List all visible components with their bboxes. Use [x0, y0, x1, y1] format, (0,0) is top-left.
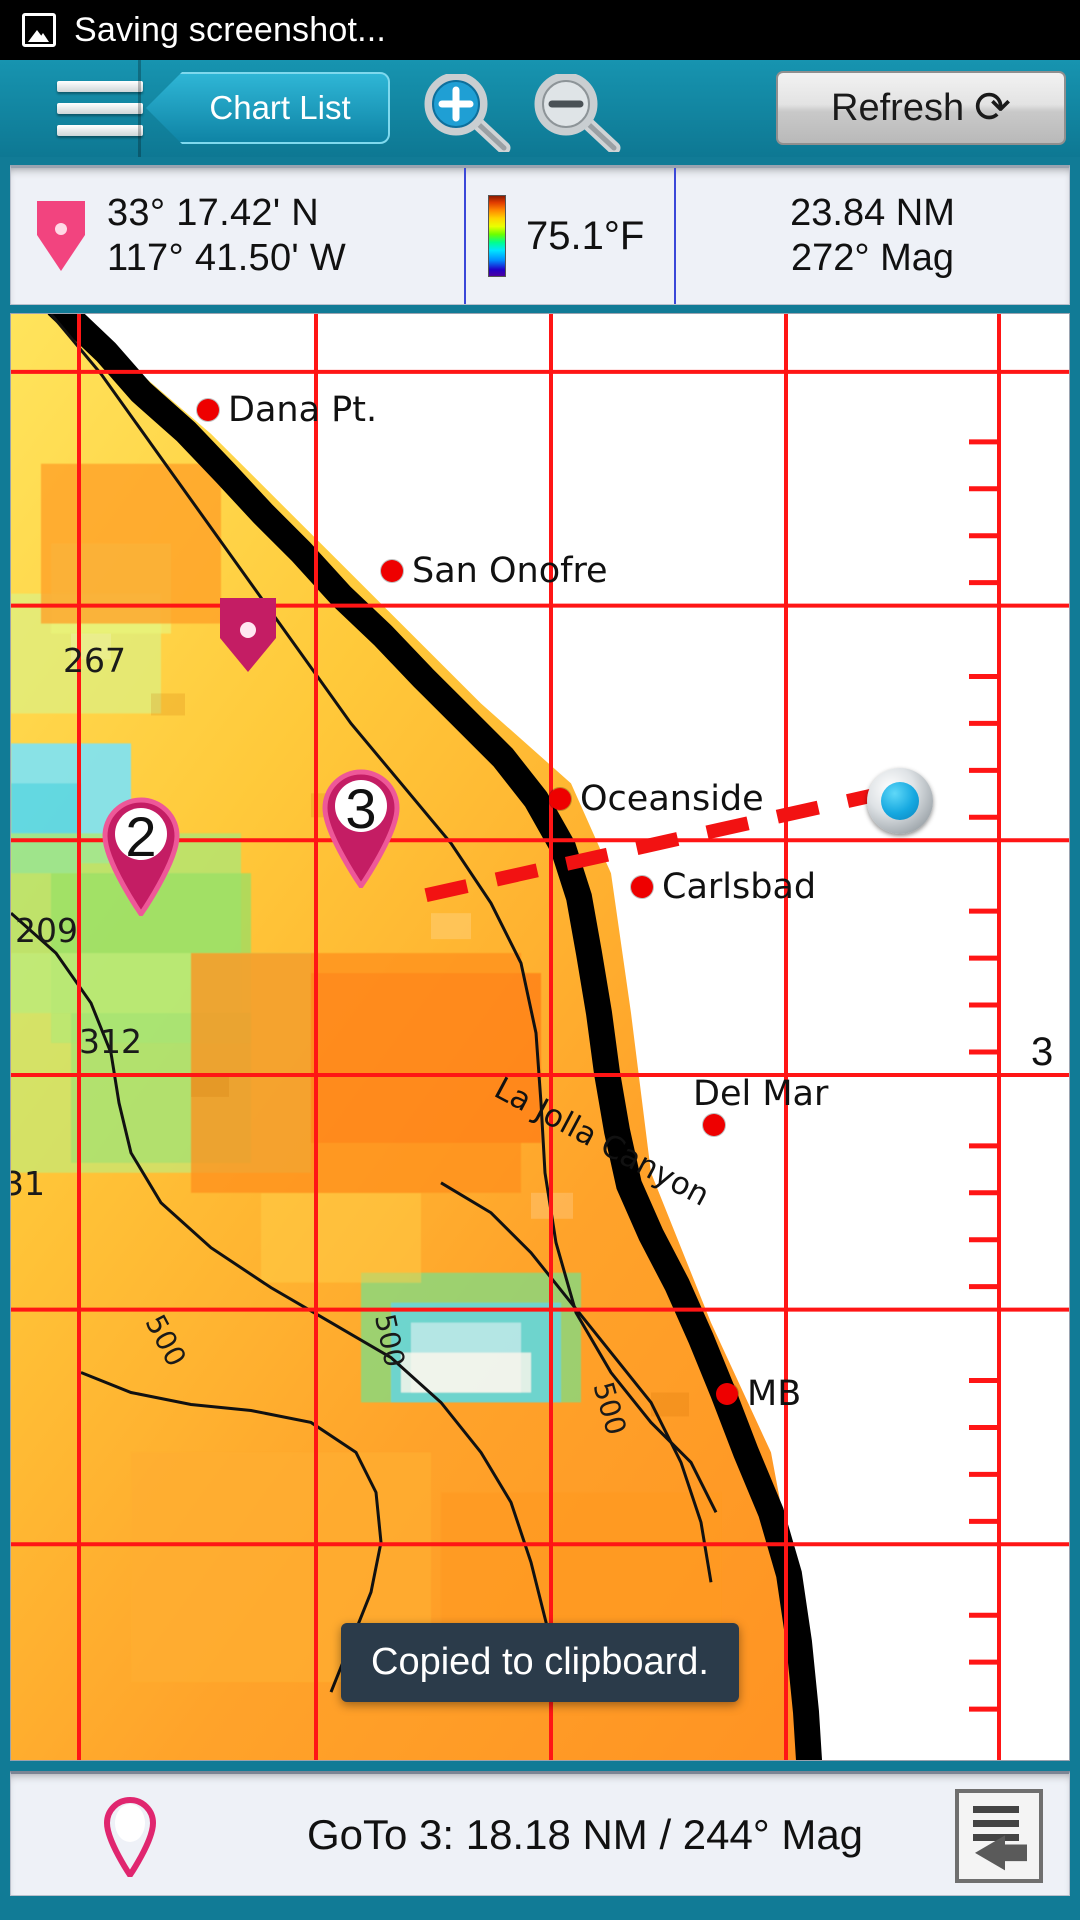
temperature-readout[interactable]: 75.1°F [466, 168, 676, 304]
status-bar-text: Saving screenshot... [74, 10, 387, 49]
goto-text: GoTo 3: 18.18 NM / 244° Mag [306, 1810, 864, 1858]
place-dana-pt: Dana Pt. [197, 390, 377, 430]
toast-message: Copied to clipboard. [341, 1623, 739, 1702]
place-carlsbad: Carlsbad [631, 867, 816, 907]
depth-label-209: 209 [15, 911, 78, 950]
back-to-list-icon[interactable] [953, 1788, 1045, 1884]
place-dot-icon [716, 1383, 738, 1405]
chart-list-button[interactable]: Chart List [146, 72, 390, 144]
temperature-color-scale-icon [488, 195, 506, 277]
status-bar: Saving screenshot... [0, 0, 1080, 60]
distance-bearing-readout[interactable]: 23.84 NM 272° Mag [676, 168, 1069, 304]
refresh-circular-arrow-icon: ⟳ [974, 83, 1011, 132]
current-position-pin-icon[interactable] [217, 596, 279, 674]
place-dot-icon [703, 1114, 725, 1136]
position-readout[interactable]: 33° 17.42' N 117° 41.50' W [11, 168, 466, 304]
depth-label-312: 312 [79, 1022, 142, 1061]
refresh-label: Refresh [831, 86, 965, 129]
sst-chart-canvas [11, 314, 1069, 1760]
goto-bar[interactable]: GoTo 3: 18.18 NM / 244° Mag [10, 1771, 1070, 1896]
place-label: Dana Pt. [228, 390, 378, 430]
place-dot-icon [381, 560, 403, 582]
place-dot-icon [631, 876, 653, 898]
info-bar: 33° 17.42' N 117° 41.50' W 75.1°F 23.84 … [10, 165, 1070, 305]
app-toolbar: Chart List Refresh ⟳ [0, 60, 1080, 157]
place-label: Oceanside [580, 779, 764, 819]
depth-label-267: 267 [63, 641, 126, 680]
waypoint-label: 2 [125, 804, 157, 868]
place-label: Carlsbad [662, 867, 817, 907]
waypoint-pin-2[interactable]: 2 [93, 788, 189, 916]
bearing-value: 272° Mag [790, 237, 955, 279]
place-label: San Onofre [412, 551, 608, 591]
longitude-value: 117° 41.50' W [107, 237, 347, 279]
latitude-value: 33° 17.42' N [107, 192, 319, 235]
distance-value: 23.84 NM [790, 192, 955, 235]
place-san-onofre: San Onofre [381, 551, 608, 591]
toolbar-divider [138, 60, 141, 157]
place-del-mar-dot [703, 1114, 725, 1136]
waypoint-label: 3 [345, 776, 377, 840]
depth-label-31: 31 [11, 1164, 45, 1203]
temperature-value: 75.1°F [526, 213, 645, 258]
chart-list-label: Chart List [209, 89, 351, 126]
waypoint-pin-3[interactable]: 3 [313, 760, 409, 888]
image-icon [22, 13, 56, 47]
gps-target-dot-icon[interactable] [867, 768, 933, 834]
place-label: MB [747, 1374, 802, 1414]
place-oceanside: Oceanside [549, 779, 764, 819]
magnifier-plus-icon[interactable] [412, 72, 516, 155]
place-mb: MB [716, 1374, 801, 1414]
place-del-mar: Del Mar [693, 1074, 828, 1114]
magnifier-minus-icon[interactable] [522, 72, 626, 155]
refresh-button[interactable]: Refresh ⟳ [776, 71, 1066, 145]
place-label: Del Mar [693, 1074, 829, 1114]
place-dot-icon [549, 788, 571, 810]
latitude-edge-label: 3 [1031, 1030, 1054, 1074]
waypoint-pin-icon [103, 1796, 157, 1877]
place-dot-icon [197, 399, 219, 421]
chart-map[interactable]: 2 3 Dana Pt. San Onofre Oceanside Carlsb… [10, 313, 1070, 1761]
map-pin-icon [37, 201, 85, 271]
